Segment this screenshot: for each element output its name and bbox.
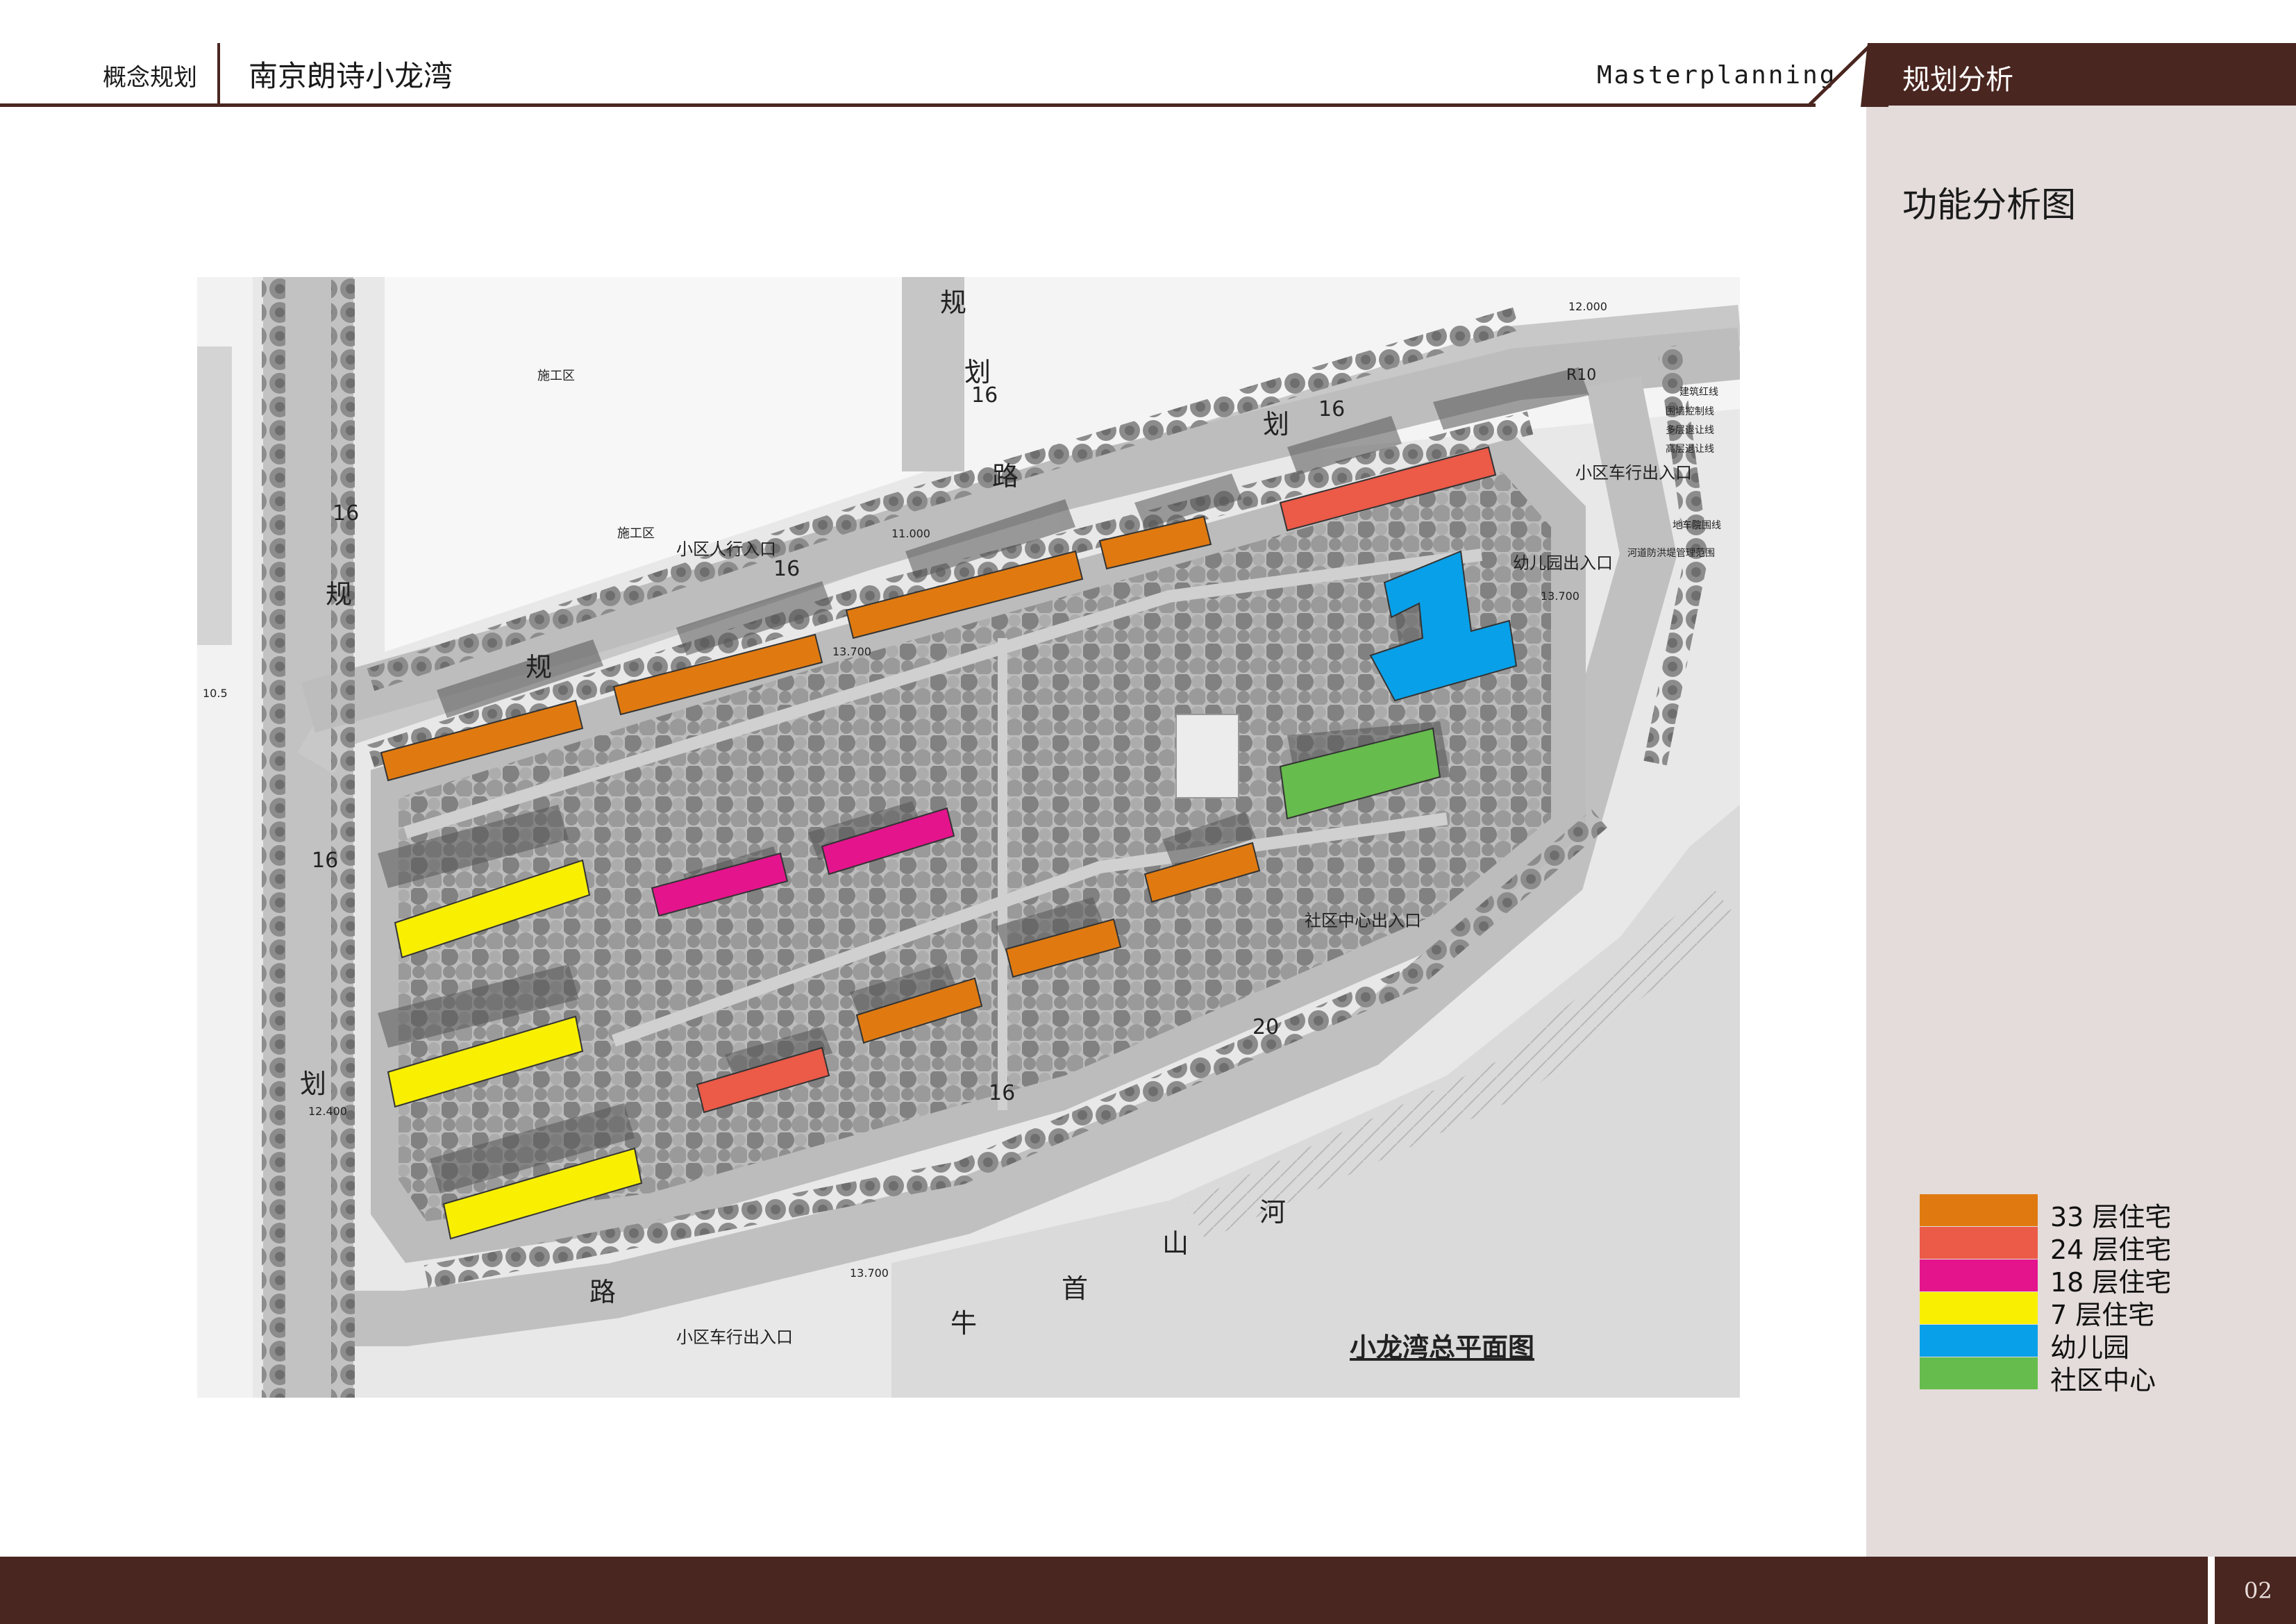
header-rule	[0, 103, 1816, 107]
legend-swatch	[1920, 1227, 2038, 1259]
label-road-1: 规	[526, 652, 552, 683]
label-width-5: 20	[1252, 1015, 1279, 1039]
label-line-2: 围墙控制线	[1666, 406, 1714, 417]
label-line-1: 建筑红线	[1679, 387, 1718, 398]
label-width-2: 16	[312, 848, 338, 873]
label-line-6: 河道防洪堤管理范围	[1627, 547, 1715, 559]
label-road-w2: 划	[300, 1069, 326, 1099]
label-width-6: 16	[989, 1081, 1015, 1105]
label-elev-2: 13.700	[832, 645, 871, 658]
label-community-entrance: 社区中心出入口	[1305, 911, 1421, 930]
label-width-7: 16	[773, 557, 800, 581]
header-separator	[217, 43, 220, 104]
label-line-3: 多层退让线	[1666, 424, 1714, 436]
west-building	[197, 346, 232, 645]
label-line-5: 地车院围线	[1673, 519, 1721, 531]
legend-swatch	[1920, 1194, 2038, 1226]
legend-swatch	[1920, 1259, 2038, 1291]
header-project-title: 南京朗诗小龙湾	[249, 59, 453, 93]
label-construction-2: 施工区	[617, 526, 655, 541]
label-road-n3: 路	[992, 461, 1019, 492]
label-line-4: 高层退让线	[1666, 443, 1714, 455]
label-width-4: 16	[1318, 397, 1345, 421]
label-elev-6: 12.400	[308, 1105, 347, 1118]
legend-label: 社区中心	[2050, 1365, 2156, 1396]
page-number: 02	[2244, 1577, 2272, 1604]
site-plan: 小区车行出入口 幼儿园出入口 社区中心出入口 小区人行入口 小区车行出入口 施工…	[197, 277, 1740, 1398]
label-width-1: 16	[333, 501, 359, 526]
legend-item-24-floor: 24 层住宅	[1920, 1227, 2232, 1265]
legend-item-33-floor: 33 层住宅	[1920, 1194, 2232, 1232]
label-construction-1: 施工区	[537, 369, 575, 383]
courtyard-pool	[1175, 714, 1239, 798]
label-river-3: 首	[1062, 1273, 1088, 1304]
header-english-title: Masterplanning	[1597, 61, 1837, 90]
label-radius: R10	[1566, 367, 1596, 384]
footer-bar	[0, 1557, 2208, 1624]
label-elev-5: 12.000	[1568, 300, 1607, 313]
page-title: 功能分析图	[1902, 185, 2076, 225]
legend-swatch	[1920, 1357, 2038, 1389]
label-road-n1: 规	[940, 287, 966, 318]
label-vehicle-entrance-ne: 小区车行出入口	[1575, 463, 1692, 483]
label-river-4: 牛	[950, 1308, 977, 1339]
plan-caption: 小龙湾总平面图	[1350, 1332, 1534, 1363]
legend-item-kindergarten: 幼儿园	[1920, 1325, 2232, 1363]
label-kindergarten-entrance: 幼儿园出入口	[1513, 553, 1613, 573]
legend-swatch	[1920, 1325, 2038, 1357]
label-river-2: 山	[1162, 1228, 1189, 1259]
label-road-2: 划	[1263, 409, 1289, 440]
header-category: 概念规划	[103, 64, 197, 92]
legend-item-7-floor: 7 层住宅	[1920, 1292, 2232, 1330]
label-vehicle-entrance-s: 小区车行出入口	[676, 1328, 793, 1347]
label-road-w1: 规	[326, 579, 352, 610]
legend-item-18-floor: 18 层住宅	[1920, 1259, 2232, 1298]
label-elev-3: 13.700	[1541, 589, 1579, 603]
section-label: 规划分析	[1902, 64, 2013, 96]
label-road-3: 路	[589, 1277, 616, 1307]
section-tab-slant	[1861, 43, 1888, 107]
footer-gap	[2208, 1557, 2215, 1624]
label-width-3: 16	[971, 383, 998, 408]
legend-swatch	[1920, 1292, 2038, 1324]
label-elev-1: 11.000	[891, 527, 930, 540]
label-elev-4: 13.700	[850, 1266, 889, 1280]
legend-item-community-center: 社区中心	[1920, 1357, 2232, 1396]
label-river-1: 河	[1259, 1197, 1286, 1228]
label-elev-7: 10.5	[203, 687, 228, 700]
label-pedestrian-entrance: 小区人行入口	[676, 539, 776, 559]
